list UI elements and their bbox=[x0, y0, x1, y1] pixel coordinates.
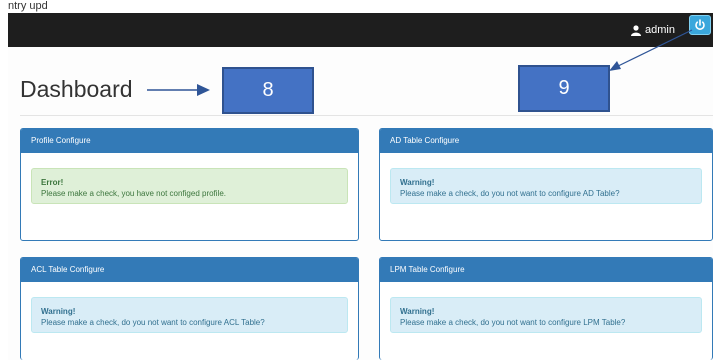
warning-alert: Warning! Please make a check, do you not… bbox=[31, 297, 348, 333]
panel-lpm-table-configure: LPM Table Configure Warning! Please make… bbox=[379, 257, 713, 360]
username-label: admin bbox=[645, 24, 675, 36]
alert-title: Warning! bbox=[400, 178, 435, 187]
warning-alert: Warning! Please make a check, do you not… bbox=[390, 168, 702, 204]
alert-message: Please make a check, do you not want to … bbox=[400, 318, 626, 327]
user-menu[interactable]: admin bbox=[631, 13, 675, 47]
panel-heading: Profile Configure bbox=[21, 129, 358, 153]
power-icon bbox=[695, 19, 705, 30]
user-icon bbox=[631, 24, 642, 36]
annotation-label-9: 9 bbox=[518, 65, 610, 112]
page-title: Dashboard bbox=[20, 76, 133, 102]
error-alert: Error! Please make a check, you have not… bbox=[31, 168, 348, 204]
alert-message: Please make a check, do you not want to … bbox=[400, 189, 620, 198]
annotation-label-8: 8 bbox=[222, 67, 314, 114]
panel-heading: LPM Table Configure bbox=[380, 258, 712, 282]
warning-alert: Warning! Please make a check, do you not… bbox=[390, 297, 702, 333]
top-navbar: admin bbox=[8, 13, 713, 47]
caption-text: ntry upd bbox=[8, 0, 48, 12]
alert-title: Error! bbox=[41, 178, 64, 187]
panel-heading: AD Table Configure bbox=[380, 129, 712, 153]
logout-button[interactable] bbox=[689, 15, 711, 35]
alert-message: Please make a check, do you not want to … bbox=[41, 318, 265, 327]
alert-title: Warning! bbox=[41, 307, 76, 316]
panel-profile-configure: Profile Configure Error! Please make a c… bbox=[20, 128, 359, 241]
panel-ad-table-configure: AD Table Configure Warning! Please make … bbox=[379, 128, 713, 241]
panel-heading: ACL Table Configure bbox=[21, 258, 358, 282]
title-divider bbox=[20, 115, 713, 116]
panel-acl-table-configure: ACL Table Configure Warning! Please make… bbox=[20, 257, 359, 360]
alert-message: Please make a check, you have not config… bbox=[41, 189, 226, 198]
alert-title: Warning! bbox=[400, 307, 435, 316]
